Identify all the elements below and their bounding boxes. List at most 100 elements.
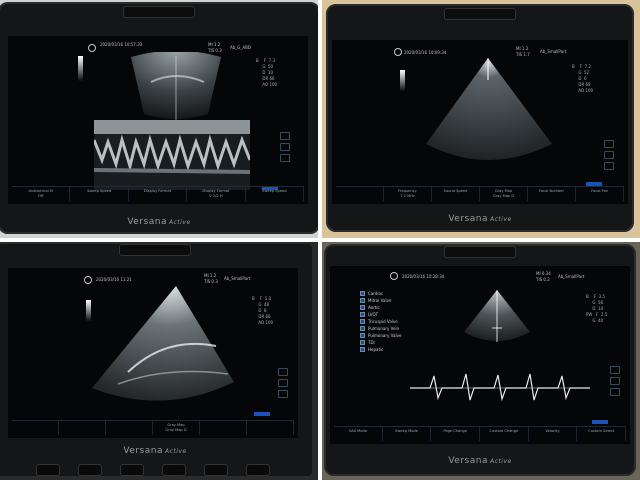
grayscale-bar <box>400 70 405 92</box>
menu-item[interactable]: Aortic <box>360 304 401 311</box>
monitor-handle <box>123 6 195 18</box>
photo-monitor-sector: 2020/03/16 10:09:34 MI 1.2 TIS 1.7 Ab_Sm… <box>322 0 640 238</box>
menu-item[interactable]: Cardiac <box>360 290 401 297</box>
softkey-4[interactable]: Gray Map Gray Map D <box>153 421 200 435</box>
softkey-bar: Gray Map Gray Map D <box>12 420 294 435</box>
date-time: 2020/03/16 11:21 <box>96 277 132 282</box>
softkey-2[interactable]: Frequency 7.2 MHz <box>384 187 432 201</box>
side-icons <box>604 140 614 173</box>
photo-monitor-doppler: 2020/03/16 10:28:34 MI 0.34 TIS 0.2 Ab_S… <box>322 242 640 480</box>
hard-key[interactable] <box>36 464 60 476</box>
softkey-5[interactable]: Velocity <box>529 427 578 441</box>
brand-label: Versana Active <box>448 456 512 466</box>
monitor-handle <box>444 246 516 258</box>
doppler-waveform <box>410 373 590 402</box>
menu-item[interactable]: TDI <box>360 339 401 346</box>
photo-monitor-m-mode: 2020/03/16 10:57:33 MI 1.2 TIS 0.3 Ab_G_… <box>0 0 318 238</box>
side-icons <box>280 132 290 165</box>
ultrasound-screen: 2020/03/16 11:21 MI 1.2 TIS 0.3 Ab_Small… <box>8 268 298 438</box>
softkey-1[interactable] <box>12 421 59 435</box>
menu-item[interactable]: Tricuspid Valve <box>360 318 401 325</box>
preset-name: Ab_G_ABD <box>230 45 251 50</box>
monitor-handle <box>444 8 516 20</box>
sector-image <box>464 290 530 342</box>
menu-item[interactable]: Mitral Valve <box>360 297 401 304</box>
b-mode-sector-image <box>131 52 221 120</box>
mi-readout: MI 0.34 <box>536 271 551 276</box>
probe-icon[interactable] <box>610 366 620 374</box>
measure-icon[interactable] <box>278 390 288 398</box>
hard-key[interactable] <box>78 464 102 476</box>
softkey-2[interactable]: Sweep Speed <box>70 187 129 201</box>
settings-icon[interactable] <box>278 379 288 387</box>
brand-label: Versana Active <box>127 217 191 227</box>
measure-icon[interactable] <box>610 388 620 396</box>
softkey-1[interactable] <box>336 187 384 201</box>
menu-item[interactable]: LVOT <box>360 311 401 318</box>
softkey-4[interactable]: Display Format V 1/2 H <box>187 187 246 201</box>
hard-key[interactable] <box>120 464 144 476</box>
softkey-3[interactable]: Sound Speed <box>432 187 480 201</box>
settings-icon[interactable] <box>604 151 614 159</box>
ultrasound-screen: 2020/03/16 10:09:34 MI 1.2 TIS 1.7 Ab_Sm… <box>332 40 628 204</box>
measure-icon[interactable] <box>604 162 614 170</box>
softkey-5[interactable]: Sweep Speed <box>246 187 305 201</box>
mi-readout: MI 1.2 <box>204 273 217 278</box>
softkey-3[interactable]: Page Change <box>431 427 481 441</box>
side-icons <box>278 368 288 401</box>
settings-icon[interactable] <box>610 377 620 385</box>
ge-logo-icon <box>394 48 402 56</box>
softkey-3[interactable] <box>106 421 153 435</box>
softkey-2[interactable] <box>59 421 106 435</box>
softkey-bar: Anatomical M Off Sweep Speed Display Form… <box>12 186 305 201</box>
monitor-bezel: 2020/03/16 11:21 MI 1.2 TIS 0.3 Ab_Small… <box>0 242 314 478</box>
photo-monitor-lung: 2020/03/16 11:21 MI 1.2 TIS 0.3 Ab_Small… <box>0 242 318 480</box>
monitor-bezel: 2020/03/16 10:28:34 MI 0.34 TIS 0.2 Ab_S… <box>324 244 636 476</box>
parameter-list: B F 7.3 G 50 D 10 DR 66 AO 100 <box>256 58 278 87</box>
menu-item[interactable]: Pulmonary Vein <box>360 325 401 332</box>
softkey-4[interactable]: Custom Change <box>480 427 529 441</box>
softkey-bar: Frequency 7.2 MHz Sound Speed Gray Map Gra… <box>336 186 624 201</box>
keyboard-keys <box>36 464 276 478</box>
date-time: 2020/03/16 10:28:34 <box>402 274 445 279</box>
softkey-5[interactable]: Focal Number <box>528 187 576 201</box>
side-icons <box>610 366 620 399</box>
probe-icon[interactable] <box>278 368 288 376</box>
monitor-bezel: 2020/03/16 10:09:34 MI 1.2 TIS 1.7 Ab_Sm… <box>326 4 634 232</box>
brand-label: Versana Active <box>123 446 187 456</box>
collage-separator-horizontal <box>0 238 640 242</box>
monitor-bezel: 2020/03/16 10:57:33 MI 1.2 TIS 0.3 Ab_G_… <box>0 2 318 234</box>
softkey-6[interactable]: Custom Select <box>577 427 627 441</box>
probe-icon[interactable] <box>280 132 290 140</box>
m-mode-trace-image <box>94 120 250 190</box>
selected-indicator <box>592 420 608 424</box>
softkey-4[interactable]: Gray Map Gray Map D <box>480 187 528 201</box>
ge-logo-icon <box>84 276 92 284</box>
softkey-5[interactable] <box>200 421 247 435</box>
settings-icon[interactable] <box>280 143 290 151</box>
measure-icon[interactable] <box>280 154 290 162</box>
preset-name: Ab_SmallPart <box>558 274 585 279</box>
parameter-list: B F 7.2 G 52 D 6 DR 69 AO 100 <box>572 64 594 93</box>
menu-item[interactable]: Hepatic <box>360 346 401 353</box>
softkey-1[interactable]: SAX Mode <box>334 427 383 441</box>
sector-image <box>426 58 552 160</box>
softkey-1[interactable]: Anatomical M Off <box>12 187 71 201</box>
softkey-2[interactable]: Sweep Mode <box>383 427 432 441</box>
grayscale-bar <box>78 56 83 82</box>
menu-item[interactable]: Pulmonary Valve <box>360 332 401 339</box>
monitor-handle <box>119 244 191 256</box>
hard-key[interactable] <box>162 464 186 476</box>
ultrasound-screen: 2020/03/16 10:28:34 MI 0.34 TIS 0.2 Ab_S… <box>330 266 630 444</box>
ultrasound-screen: 2020/03/16 10:57:33 MI 1.2 TIS 0.3 Ab_G_… <box>8 36 308 204</box>
hard-key[interactable] <box>246 464 270 476</box>
softkey-6[interactable] <box>247 421 294 435</box>
softkey-6[interactable]: Focal Pos <box>576 187 624 201</box>
probe-icon[interactable] <box>604 140 614 148</box>
softkey-3[interactable]: Display Format <box>129 187 188 201</box>
mi-readout: MI 1.2 <box>516 46 529 51</box>
selected-indicator <box>254 412 270 416</box>
ge-logo-icon <box>88 44 96 52</box>
hard-key[interactable] <box>204 464 228 476</box>
grayscale-bar <box>86 300 91 322</box>
